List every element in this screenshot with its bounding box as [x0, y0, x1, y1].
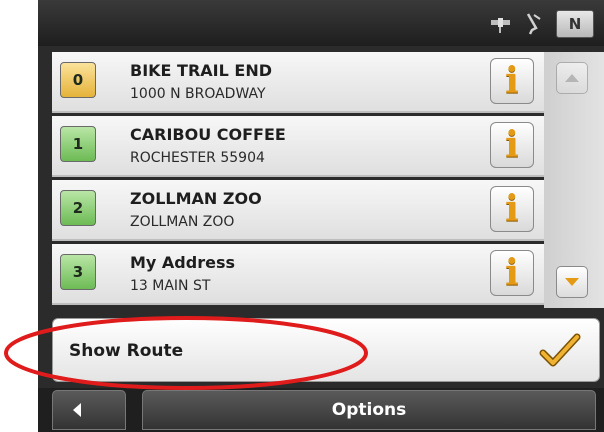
destination-address: ZOLLMAN ZOO: [130, 214, 235, 230]
destination-name: My Address: [130, 253, 235, 272]
waypoint-badge: 3: [60, 254, 96, 290]
chevron-up-icon: [565, 74, 579, 82]
scroll-up-button[interactable]: [556, 62, 588, 94]
destination-address: 13 MAIN ST: [130, 278, 211, 294]
status-bar: N: [38, 0, 604, 46]
info-icon: i: [505, 60, 519, 102]
show-route-label: Show Route: [69, 341, 184, 361]
info-button[interactable]: i: [490, 186, 534, 232]
satellite-icon: [491, 18, 510, 33]
destination-name: BIKE TRAIL END: [130, 61, 272, 80]
north-indicator[interactable]: N: [556, 10, 594, 38]
options-button[interactable]: Options: [142, 390, 596, 430]
gps-signal-icon: [526, 13, 541, 35]
back-arrow-icon: [73, 403, 81, 417]
list-item[interactable]: 1 CARIBOU COFFEE ROCHESTER 55904 i: [52, 116, 544, 177]
destination-address: 1000 N BROADWAY: [130, 86, 266, 102]
checkmark-icon: [539, 333, 581, 367]
list-item[interactable]: 2 ZOLLMAN ZOO ZOLLMAN ZOO i: [52, 180, 544, 241]
scrollbar[interactable]: [544, 52, 604, 308]
list-item[interactable]: 0 BIKE TRAIL END 1000 N BROADWAY i: [52, 52, 544, 113]
destination-name: ZOLLMAN ZOO: [130, 189, 262, 208]
back-button[interactable]: [52, 390, 126, 430]
bottom-bar: Options: [38, 388, 604, 432]
destination-name: CARIBOU COFFEE: [130, 125, 286, 144]
destination-address: ROCHESTER 55904: [130, 150, 265, 166]
waypoint-badge: 1: [60, 126, 96, 162]
waypoint-badge: 0: [60, 62, 96, 98]
show-route-button[interactable]: Show Route: [52, 318, 600, 382]
scroll-down-button[interactable]: [556, 266, 588, 298]
info-button[interactable]: i: [490, 250, 534, 296]
info-button[interactable]: i: [490, 122, 534, 168]
info-icon: i: [505, 124, 519, 166]
info-icon: i: [505, 188, 519, 230]
destination-list: 0 BIKE TRAIL END 1000 N BROADWAY i 1 CAR…: [52, 52, 544, 308]
info-button[interactable]: i: [490, 58, 534, 104]
waypoint-badge: 2: [60, 190, 96, 226]
info-icon: i: [505, 252, 519, 294]
navigation-screen: N 0 BIKE TRAIL END 1000 N BROADWAY i 1 C…: [38, 0, 604, 432]
list-item[interactable]: 3 My Address 13 MAIN ST i: [52, 244, 544, 305]
chevron-down-icon: [565, 278, 579, 286]
